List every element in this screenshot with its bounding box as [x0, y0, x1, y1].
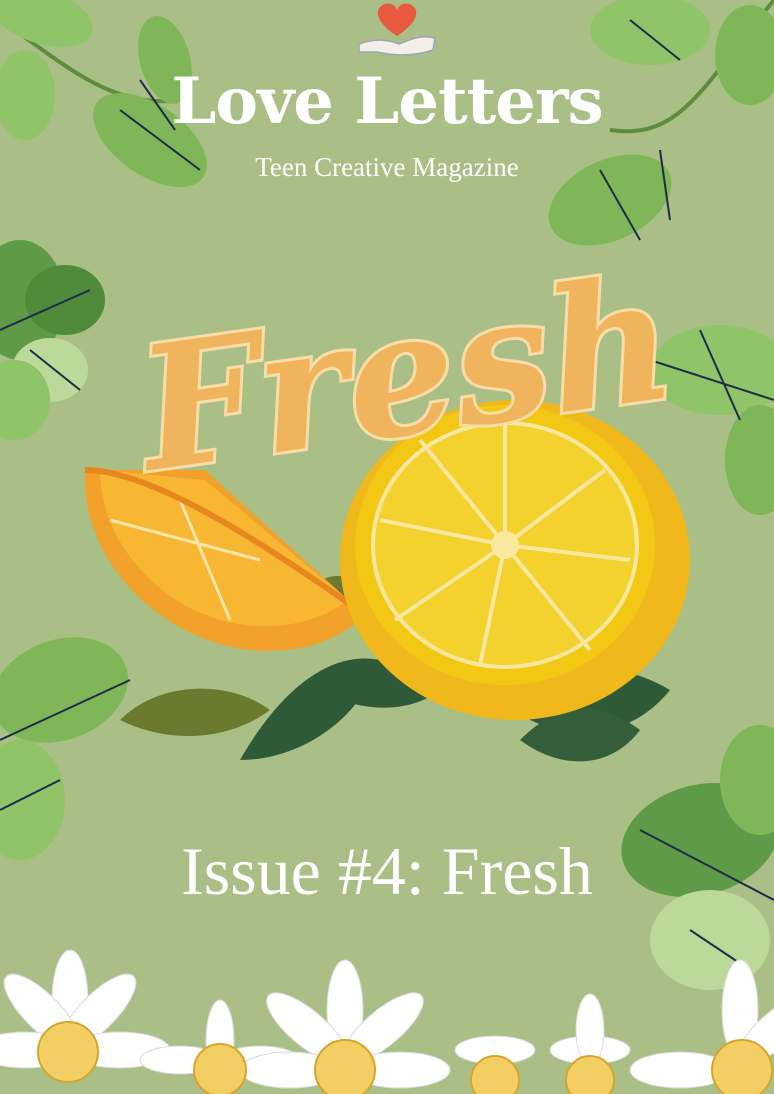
- magazine-cover: Love Letters Teen Creative Magazine Fres…: [0, 0, 774, 1094]
- fresh-lettering-text: Fresh: [124, 238, 685, 511]
- fresh-lettering: Fresh: [121, 235, 688, 514]
- issue-label: Issue #4: Fresh: [181, 833, 593, 909]
